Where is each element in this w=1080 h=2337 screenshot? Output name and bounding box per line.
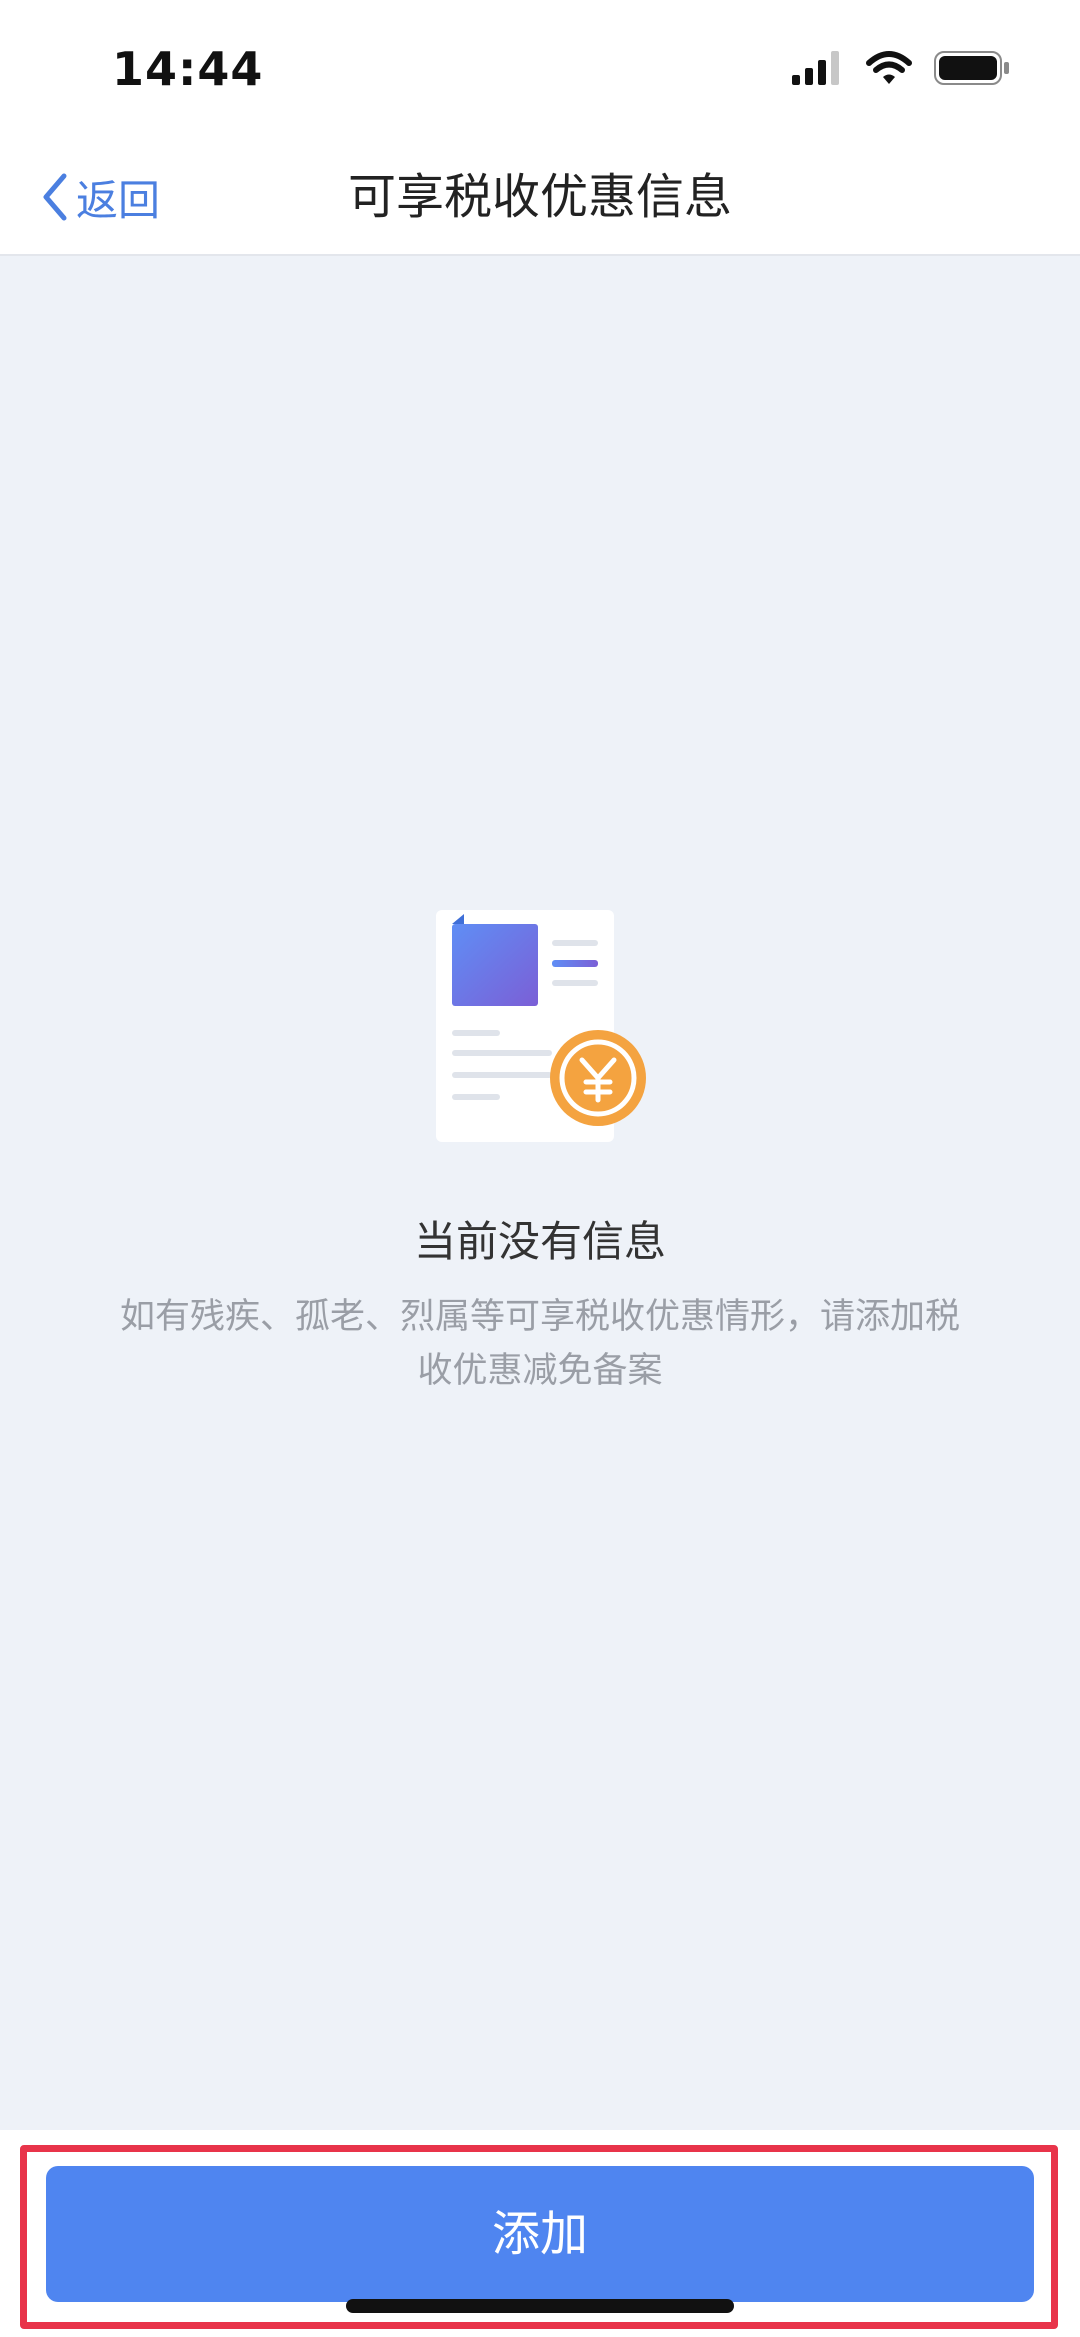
back-button[interactable]: 返回: [40, 140, 160, 254]
document-yuan-icon: [436, 910, 646, 1142]
add-button[interactable]: 添加: [46, 2166, 1034, 2302]
battery-icon: [934, 51, 1010, 89]
wifi-icon: [866, 51, 912, 89]
back-label: 返回: [76, 175, 161, 225]
signal-icon: [792, 51, 844, 89]
chevron-left-icon: [43, 173, 67, 221]
empty-description: 如有残疾、孤老、烈属等可享税收优惠情形，请添加税收优惠减免备案: [119, 1297, 960, 1391]
home-indicator: [346, 2299, 734, 2313]
page-title: 可享税收优惠信息: [347, 169, 732, 225]
empty-title: 当前没有信息: [413, 1217, 666, 1266]
nav-bar: 可享税收优惠信息 返回: [0, 140, 1080, 256]
status-time: 14:44: [112, 42, 264, 96]
status-icons: [792, 50, 1010, 90]
status-bar: 14:44: [0, 0, 1080, 140]
